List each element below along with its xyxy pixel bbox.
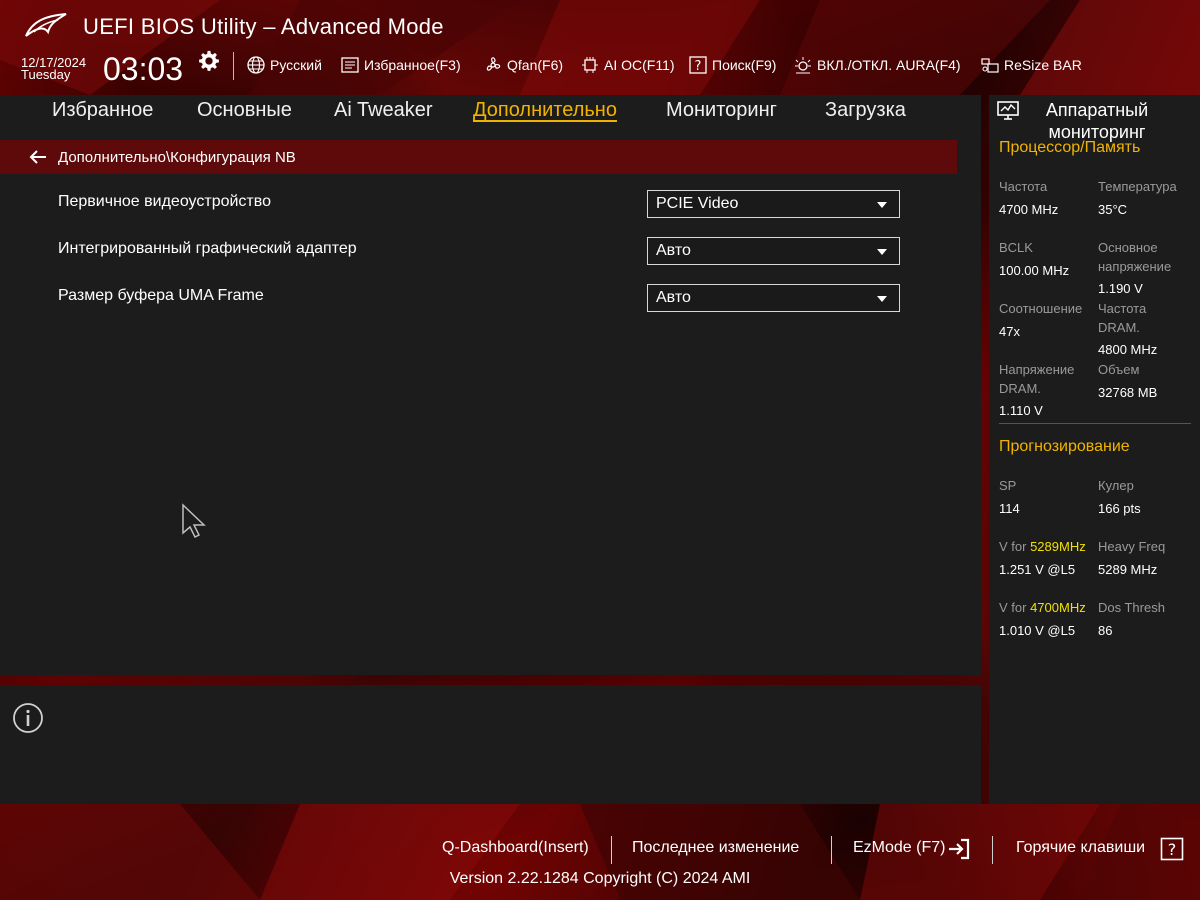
header-bar: UEFI BIOS Utility – Advanced Mode 12/17/… [0, 0, 1200, 95]
ai-chip-icon [582, 57, 598, 73]
globe-icon [247, 56, 265, 74]
app-title: UEFI BIOS Utility – Advanced Mode [83, 14, 444, 39]
setting-label: Размер буфера UMA Frame [58, 287, 264, 304]
chevron-down-icon [877, 296, 887, 302]
select-value: Авто [656, 289, 691, 306]
fan-icon [486, 57, 501, 71]
hw-heavy-freq: Heavy Freq 5289 MHz [1098, 539, 1166, 577]
help-info-panel [0, 685, 981, 804]
hw-dos-thresh: Dos Thresh 86 [1098, 600, 1165, 638]
chevron-down-icon [877, 202, 887, 208]
hw-dram-frequency: Частота DRAM. 4800 MHz [1098, 301, 1158, 357]
footer-bar: Q-Dashboard(Insert) Последнее изменение … [0, 804, 1200, 900]
time-display: 03:03 [103, 51, 184, 87]
uma-frame-select[interactable]: Авто [647, 284, 900, 312]
qfan-label: Qfan(F6) [507, 57, 564, 73]
chevron-down-icon [877, 249, 887, 255]
hw-capacity: Объем 32768 MB [1098, 362, 1158, 400]
help-search-icon: ? [689, 56, 707, 74]
aura-toggle-button[interactable]: ВКЛ./ОТКЛ. AURA(F4) [793, 55, 961, 75]
hw-dram-voltage: Напряжение DRAM. 1.110 V [999, 362, 1075, 418]
monitor-icon [997, 101, 1019, 120]
favorites-label: Избранное(F3) [364, 57, 461, 73]
hw-bclk: BCLK 100.00 MHz [999, 240, 1070, 278]
setting-row-uma-frame: Размер буфера UMA Frame Авто [0, 284, 957, 327]
hw-sp: SP 114 [999, 478, 1020, 516]
hw-cpu-temperature: Температура 35°C [1098, 179, 1177, 217]
favorites-button[interactable]: Избранное(F3) [340, 55, 461, 75]
ezmode-button[interactable]: EzMode (F7) [853, 839, 945, 857]
gear-icon[interactable] [198, 50, 220, 72]
tab-monitor[interactable]: Мониторинг [666, 99, 777, 122]
tab-favorites[interactable]: Избранное [52, 99, 153, 122]
last-change-button[interactable]: Последнее изменение [632, 839, 799, 857]
tab-main[interactable]: Основные [197, 99, 292, 122]
resize-bar-label: ReSize BAR [1004, 57, 1082, 73]
hardware-monitor-title: Аппаратный мониторинг [997, 99, 1172, 143]
aura-label: ВКЛ./ОТКЛ. AURA(F4) [817, 57, 961, 73]
favorites-list-icon [341, 57, 359, 73]
tab-advanced[interactable]: Дополнительно [473, 99, 617, 122]
select-value: Авто [656, 242, 691, 259]
search-button[interactable]: ? Поиск(F9) [688, 55, 776, 75]
footer-divider [831, 836, 832, 864]
hw-core-voltage: Основное напряжение 1.190 V [1098, 240, 1172, 296]
select-value: PCIE Video [656, 195, 739, 212]
resize-bar-button[interactable]: ReSize BAR [980, 55, 1082, 75]
setting-row-igpu: Интегрированный графический адаптер Авто [0, 237, 957, 280]
aura-light-icon [795, 57, 811, 74]
resize-bar-icon [981, 58, 999, 73]
section-prediction: Прогнозирование [999, 438, 1130, 455]
qdashboard-button[interactable]: Q-Dashboard(Insert) [442, 839, 589, 857]
tab-ai-tweaker[interactable]: Ai Tweaker [334, 99, 433, 122]
rog-logo-icon [25, 13, 67, 37]
breadcrumb-path: Дополнительно\Конфигурация NB [58, 148, 296, 166]
header-divider [233, 52, 234, 80]
info-icon [13, 703, 43, 733]
setting-label: Интегрированный графический адаптер [58, 240, 357, 257]
svg-text:?: ? [695, 59, 702, 74]
language-button[interactable]: Русский [246, 55, 322, 75]
setting-row-primary-video: Первичное видеоустройство PCIE Video [0, 190, 957, 233]
hw-cooler: Кулер 166 pts [1098, 478, 1141, 516]
hardware-monitor-panel: Аппаратный мониторинг Процессор/Память Ч… [989, 95, 1200, 804]
day-display: Tuesday [21, 67, 71, 82]
main-panel: Избранное Основные Ai Tweaker Дополнител… [0, 95, 981, 675]
setting-label: Первичное видеоустройство [58, 193, 271, 210]
primary-video-select[interactable]: PCIE Video [647, 190, 900, 218]
tab-boot[interactable]: Загрузка [825, 99, 906, 122]
footer-divider [992, 836, 993, 864]
help-question-icon[interactable]: ? [1160, 837, 1184, 861]
hw-divider [999, 423, 1191, 424]
hw-v-for-dos: V for 4700MHz 1.010 V @L5 [999, 600, 1086, 638]
back-arrow-icon[interactable] [28, 149, 48, 165]
tab-bar: Избранное Основные Ai Tweaker Дополнител… [0, 95, 981, 129]
hw-title-line1: Аппаратный [1045, 100, 1149, 120]
qfan-button[interactable]: Qfan(F6) [483, 55, 563, 75]
footer-divider [611, 836, 612, 864]
exit-to-ezmode-icon[interactable] [947, 837, 971, 861]
hw-cpu-frequency: Частота 4700 MHz [999, 179, 1059, 217]
hotkeys-button[interactable]: Горячие клавиши [1016, 839, 1145, 857]
section-cpu-memory: Процессор/Память [999, 139, 1141, 156]
ai-oc-label: AI OC(F11) [604, 57, 675, 73]
mouse-cursor-icon [182, 503, 206, 539]
svg-text:?: ? [1168, 840, 1177, 859]
version-text: Version 2.22.1284 Copyright (C) 2024 AMI [449, 870, 751, 887]
ai-oc-button[interactable]: AI OC(F11) [580, 55, 675, 75]
igpu-select[interactable]: Авто [647, 237, 900, 265]
breadcrumb: Дополнительно\Конфигурация NB [0, 140, 957, 174]
search-label: Поиск(F9) [712, 57, 777, 73]
language-label: Русский [270, 57, 322, 73]
hw-ratio: Соотношение 47x [999, 301, 1083, 339]
hw-v-for-heavy: V for 5289MHz 1.251 V @L5 [999, 539, 1086, 577]
